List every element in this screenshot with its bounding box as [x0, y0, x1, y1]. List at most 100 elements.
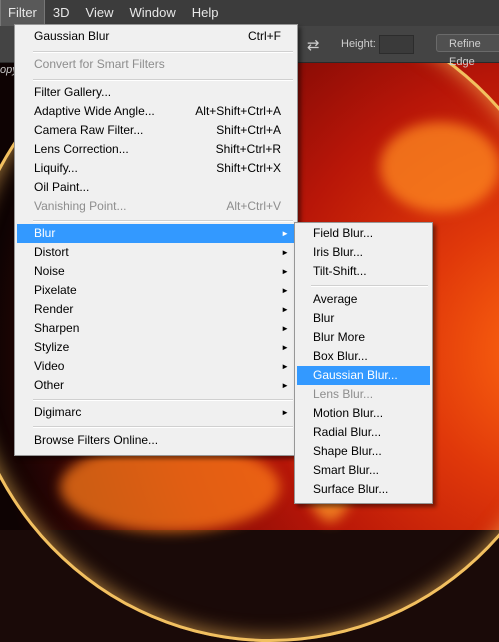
menu-item-label: Smart Blur... — [313, 463, 380, 477]
menu-item-vanishing-point[interactable]: Vanishing Point... Alt+Ctrl+V — [17, 197, 295, 216]
menu-item-label: Field Blur... — [313, 226, 374, 240]
menu-item-label: Other — [34, 378, 65, 392]
menu-item-camera-raw-filter[interactable]: Camera Raw Filter... Shift+Ctrl+A — [17, 121, 295, 140]
menu-item-label: Noise — [34, 264, 65, 278]
shortcut: Alt+Shift+Ctrl+A — [195, 104, 281, 118]
submenu-arrow-icon: ► — [281, 408, 289, 417]
menu-item-video[interactable]: Video ► — [17, 357, 295, 376]
menu-window[interactable]: Window — [121, 0, 183, 26]
menu-item-label: Vanishing Point... — [34, 199, 127, 213]
separator — [33, 51, 293, 53]
menu-item-blur[interactable]: Blur ► — [17, 224, 295, 243]
menu-item-label: Blur More — [313, 330, 366, 344]
menu-item-label: Blur — [313, 311, 335, 325]
menu-item-label: Gaussian Blur... — [313, 368, 398, 382]
menu-item-lens-blur[interactable]: Lens Blur... — [297, 385, 430, 404]
menu-item-digimarc[interactable]: Digimarc ► — [17, 403, 295, 422]
menu-item-label: Camera Raw Filter... — [34, 123, 144, 137]
menu-item-adaptive-wide-angle[interactable]: Adaptive Wide Angle... Alt+Shift+Ctrl+A — [17, 102, 295, 121]
submenu-arrow-icon: ► — [281, 305, 289, 314]
submenu-arrow-icon: ► — [281, 267, 289, 276]
menu-item-pixelate[interactable]: Pixelate ► — [17, 281, 295, 300]
menu-item-label: Video — [34, 359, 65, 373]
menu-item-liquify[interactable]: Liquify... Shift+Ctrl+X — [17, 159, 295, 178]
separator — [33, 399, 293, 401]
menubar: Filter 3D View Window Help — [0, 0, 499, 26]
menu-item-sharpen[interactable]: Sharpen ► — [17, 319, 295, 338]
menu-item-render[interactable]: Render ► — [17, 300, 295, 319]
menu-item-label: Oil Paint... — [34, 180, 90, 194]
menu-item-label: Adaptive Wide Angle... — [34, 104, 155, 118]
menu-item-gaussian-blur[interactable]: Gaussian Blur... — [297, 366, 430, 385]
menu-item-smart-blur[interactable]: Smart Blur... — [297, 461, 430, 480]
menu-item-radial-blur[interactable]: Radial Blur... — [297, 423, 430, 442]
menu-item-shape-blur[interactable]: Shape Blur... — [297, 442, 430, 461]
height-label: Height: — [341, 38, 376, 50]
menu-item-label: Gaussian Blur — [34, 29, 110, 43]
refine-edge-button[interactable]: Refine Edge — [436, 34, 499, 68]
submenu-arrow-icon: ► — [281, 362, 289, 371]
menu-item-filter-gallery[interactable]: Filter Gallery... — [17, 83, 295, 102]
menu-item-label: Surface Blur... — [313, 482, 389, 496]
menu-item-label: Lens Correction... — [34, 142, 129, 156]
menu-item-average[interactable]: Average — [297, 290, 430, 309]
menu-item-last-filter[interactable]: Gaussian Blur Ctrl+F — [17, 27, 295, 46]
menu-item-stylize[interactable]: Stylize ► — [17, 338, 295, 357]
separator — [33, 79, 293, 81]
menu-item-field-blur[interactable]: Field Blur... — [297, 224, 430, 243]
separator — [33, 220, 293, 222]
menu-item-label: Digimarc — [34, 405, 82, 419]
menu-item-label: Distort — [34, 245, 69, 259]
menu-item-label: Pixelate — [34, 283, 77, 297]
menu-item-other[interactable]: Other ► — [17, 376, 295, 395]
menu-item-label: Tilt-Shift... — [313, 264, 367, 278]
blur-submenu: Field Blur... Iris Blur... Tilt-Shift...… — [294, 222, 433, 504]
menu-view[interactable]: View — [78, 0, 122, 26]
shortcut: Shift+Ctrl+X — [216, 161, 281, 175]
menu-item-label: Liquify... — [34, 161, 78, 175]
shortcut: Ctrl+F — [248, 29, 281, 43]
menu-item-convert-smart-filters[interactable]: Convert for Smart Filters — [17, 55, 295, 74]
separator — [311, 285, 428, 287]
menu-item-label: Render — [34, 302, 74, 316]
menu-3d[interactable]: 3D — [45, 0, 78, 26]
menu-item-label: Average — [313, 292, 358, 306]
menu-item-tilt-shift[interactable]: Tilt-Shift... — [297, 262, 430, 281]
separator — [33, 426, 293, 428]
menu-item-label: Browse Filters Online... — [34, 433, 159, 447]
swap-icon[interactable]: ⇄ — [307, 36, 320, 54]
menu-item-label: Radial Blur... — [313, 425, 382, 439]
menu-item-surface-blur[interactable]: Surface Blur... — [297, 480, 430, 499]
sun-flare — [380, 122, 499, 212]
menu-filter[interactable]: Filter — [0, 0, 45, 26]
shortcut: Shift+Ctrl+A — [216, 123, 281, 137]
menu-item-iris-blur[interactable]: Iris Blur... — [297, 243, 430, 262]
menu-item-label: Convert for Smart Filters — [34, 57, 165, 71]
submenu-arrow-icon: ► — [281, 343, 289, 352]
menu-item-browse-filters-online[interactable]: Browse Filters Online... — [17, 431, 295, 450]
menu-item-motion-blur[interactable]: Motion Blur... — [297, 404, 430, 423]
menu-item-label: Motion Blur... — [313, 406, 384, 420]
height-input[interactable] — [379, 35, 414, 54]
menu-item-distort[interactable]: Distort ► — [17, 243, 295, 262]
menu-item-label: Stylize — [34, 340, 70, 354]
menu-item-label: Filter Gallery... — [34, 85, 112, 99]
menu-item-label: Box Blur... — [313, 349, 368, 363]
menu-item-blur-plain[interactable]: Blur — [297, 309, 430, 328]
shortcut: Shift+Ctrl+R — [215, 142, 281, 156]
filter-menu: Gaussian Blur Ctrl+F Convert for Smart F… — [14, 24, 298, 456]
menu-item-blur-more[interactable]: Blur More — [297, 328, 430, 347]
menu-item-label: Blur — [34, 226, 56, 240]
menu-help[interactable]: Help — [184, 0, 227, 26]
menu-item-label: Shape Blur... — [313, 444, 382, 458]
menu-item-box-blur[interactable]: Box Blur... — [297, 347, 430, 366]
shortcut: Alt+Ctrl+V — [226, 199, 281, 213]
menu-item-noise[interactable]: Noise ► — [17, 262, 295, 281]
menu-item-oil-paint[interactable]: Oil Paint... — [17, 178, 295, 197]
menu-item-label: Sharpen — [34, 321, 80, 335]
menu-item-label: Lens Blur... — [313, 387, 374, 401]
submenu-arrow-icon: ► — [281, 324, 289, 333]
menu-item-lens-correction[interactable]: Lens Correction... Shift+Ctrl+R — [17, 140, 295, 159]
submenu-arrow-icon: ► — [281, 248, 289, 257]
submenu-arrow-icon: ► — [281, 229, 289, 238]
